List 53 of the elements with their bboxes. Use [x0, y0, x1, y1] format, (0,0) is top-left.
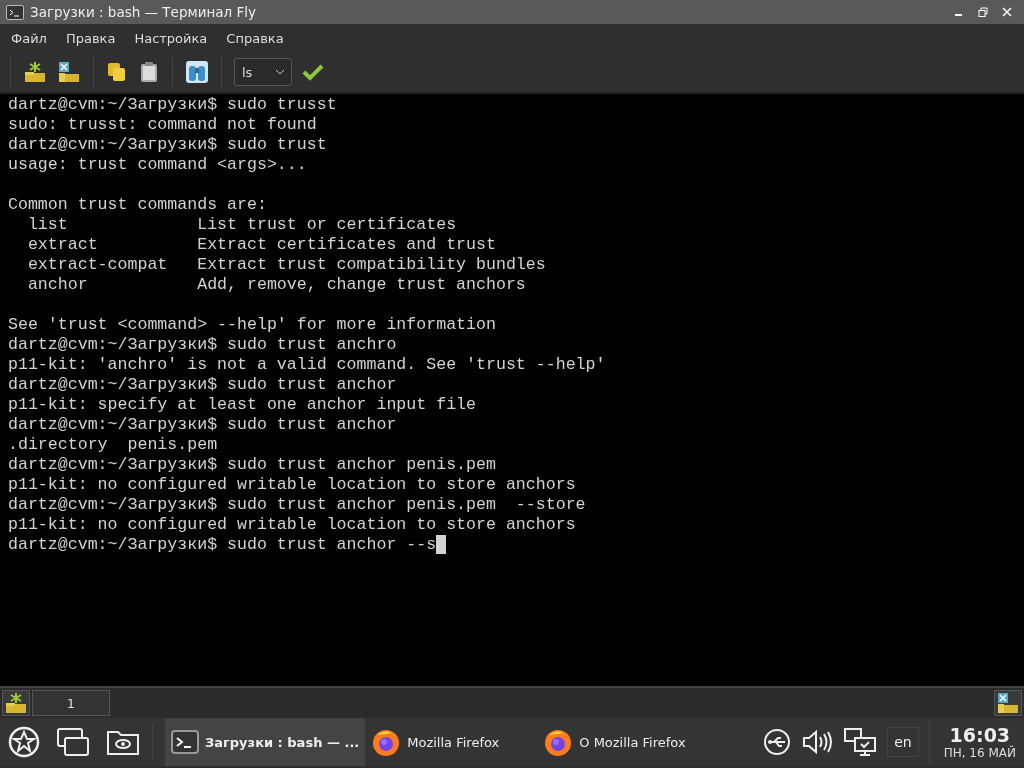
- windows-icon[interactable]: [56, 727, 90, 757]
- terminal-line: usage: trust command <args>...: [8, 155, 307, 175]
- clock-date: ПН, 16 МАЙ: [943, 745, 1016, 760]
- terminal-line: dartz@cvm:~/Загрузки$ sudo trust anchor: [8, 415, 397, 435]
- command-combobox[interactable]: ls: [234, 58, 292, 86]
- star-menu-icon[interactable]: [8, 726, 40, 758]
- terminal-line: dartz@cvm:~/Загрузки$ sudo trust anchor --s: [8, 535, 437, 555]
- folder-eye-icon[interactable]: [106, 728, 140, 756]
- terminal-line: dartz@cvm:~/Загрузки$ sudo trust anchro: [8, 335, 397, 355]
- menu-item[interactable]: Настройка: [125, 30, 218, 46]
- usb-icon[interactable]: [763, 728, 792, 756]
- clipboard-icon[interactable]: [138, 61, 160, 83]
- window-title: Загрузки : bash — Терминал Fly: [30, 4, 257, 20]
- terminal-icon: [171, 730, 199, 754]
- terminal-line: dartz@cvm:~/Загрузки$ sudo trusst: [8, 95, 337, 115]
- terminal-line: dartz@cvm:~/Загрузки$ sudo trust anchor penis.pem --store: [8, 495, 586, 515]
- binoculars-icon[interactable]: [185, 60, 209, 84]
- terminal-tab[interactable]: 1: [32, 690, 110, 716]
- terminal-line: p11-kit: no configured writable location to store anchors: [8, 515, 576, 535]
- terminal-line: p11-kit: specify at least one anchor input file: [8, 395, 477, 415]
- terminal-line: dartz@cvm:~/Загрузки$ sudo trust anchor: [8, 375, 397, 395]
- terminal-line: extract-compat Extract trust compatibility bundles: [26, 255, 546, 275]
- checkmark-icon[interactable]: [302, 63, 324, 81]
- taskbar-button[interactable]: Mozilla Firefox: [365, 718, 538, 766]
- menu-item[interactable]: Справка: [217, 30, 294, 46]
- network-monitor-icon[interactable]: [843, 727, 878, 757]
- terminal-line: list List trust or certificates: [26, 215, 457, 235]
- terminal-line: .directory penis.pem: [8, 435, 218, 455]
- close-icon[interactable]: [1002, 7, 1012, 17]
- folder-star-icon[interactable]: [23, 60, 47, 84]
- terminal-line: p11-kit: no configured writable location to store anchors: [8, 475, 576, 495]
- terminal-line: See 'trust <command> --help' for more information: [8, 315, 496, 335]
- taskbar-button[interactable]: О Mozilla Firefox: [537, 718, 710, 766]
- firefox-icon: [371, 727, 402, 757]
- clock-time[interactable]: 16:03: [949, 724, 1011, 746]
- terminal-line: sudo: trusst: command not found: [8, 115, 317, 135]
- menu-item[interactable]: Файл: [2, 30, 57, 46]
- terminal-line: extract Extract certificates and trust: [26, 235, 496, 255]
- folder-close-icon[interactable]: [57, 60, 81, 84]
- terminal-icon: [6, 4, 24, 20]
- taskbar-button[interactable]: Загрузки : bash — ...: [165, 718, 366, 766]
- terminal-line: dartz@cvm:~/Загрузки$ sudo trust anchor penis.pem: [8, 455, 496, 475]
- keyboard-layout-indicator[interactable]: en: [887, 727, 919, 757]
- copy-icon[interactable]: [106, 61, 128, 83]
- terminal-line: anchor Add, remove, change trust anchors: [26, 275, 526, 295]
- chevron-down-icon: [275, 69, 285, 75]
- firefox-icon: [543, 727, 574, 757]
- terminal-line: p11-kit: 'anchro' is not a valid command. See 'trust --help': [8, 355, 606, 375]
- menu-item[interactable]: Правка: [56, 30, 126, 46]
- restore-icon[interactable]: [978, 7, 988, 17]
- terminal-line: dartz@cvm:~/Загрузки$ sudo trust: [8, 135, 327, 155]
- terminal-line: Common trust commands are:: [8, 195, 267, 215]
- speaker-icon[interactable]: [801, 728, 834, 756]
